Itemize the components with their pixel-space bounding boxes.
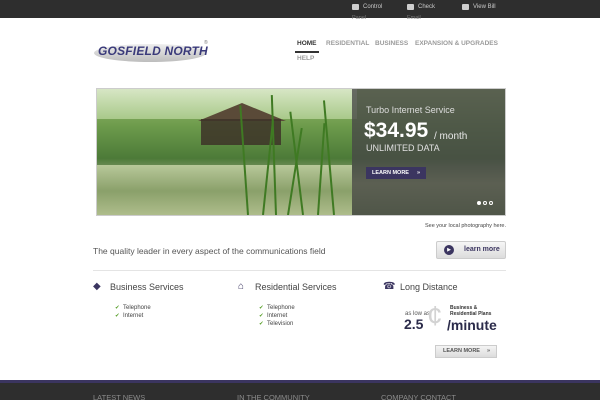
list-item[interactable]: Internet — [259, 312, 295, 320]
footer-company-contact: COMPANY CONTACT — [381, 393, 457, 402]
telephone-icon: ☎ — [383, 281, 396, 292]
residential-services-title[interactable]: Residential Services — [255, 282, 337, 292]
control-panel-link[interactable]: Control Panel — [352, 4, 383, 21]
long-distance-title[interactable]: Long Distance — [400, 282, 458, 292]
top-bar — [0, 0, 600, 18]
nav-help[interactable]: HELP — [297, 55, 314, 67]
document-icon — [462, 4, 469, 10]
nav-business[interactable]: BUSINESS — [375, 40, 408, 52]
business-services-title[interactable]: Business Services — [110, 282, 184, 292]
mail-icon — [407, 4, 414, 10]
business-services-icon: ◆ — [93, 281, 101, 292]
offer-title: Turbo Internet Service — [366, 105, 455, 115]
slide-dot[interactable] — [483, 201, 487, 205]
nav-home[interactable]: HOME — [295, 40, 318, 53]
learn-more-label: learn more — [464, 246, 500, 253]
logo-registered-mark: ® — [204, 40, 208, 46]
learn-more-button[interactable]: ▶ learn more — [436, 241, 506, 259]
logo[interactable]: GOSFIELD NORTH ® — [94, 40, 210, 62]
list-item[interactable]: Television — [259, 320, 295, 328]
nav-residential[interactable]: RESIDENTIAL — [326, 40, 369, 52]
hero-offer-panel: Turbo Internet Service $34.95 / month UN… — [352, 89, 505, 215]
business-services-list: Telephone Internet — [115, 304, 151, 320]
double-chevron-right-icon: » — [416, 170, 420, 176]
view-bill-label: View Bill — [473, 4, 496, 10]
footer-latest-news: LATEST NEWS — [93, 393, 146, 402]
slide-indicators — [477, 201, 493, 205]
list-item[interactable]: Telephone — [259, 304, 295, 312]
long-distance-learn-more-button[interactable]: LEARN MORE » — [435, 345, 497, 358]
tagline: The quality leader in every aspect of th… — [93, 246, 326, 256]
footer-in-the-community: IN THE COMMUNITY — [237, 393, 310, 402]
divider — [93, 270, 506, 271]
list-item[interactable]: Telephone — [115, 304, 151, 312]
control-panel-sublabel: Panel — [352, 15, 367, 21]
gear-icon — [352, 4, 359, 10]
offer-learn-more-button[interactable]: LEARN MORE » — [366, 167, 426, 179]
slide-dot[interactable] — [477, 201, 481, 205]
double-chevron-right-icon: » — [486, 348, 490, 354]
per-minute-label: /minute — [447, 317, 497, 333]
long-distance-rate: 2.5 — [404, 316, 424, 332]
nav-expansion-upgrades[interactable]: EXPANSION & UPGRADES — [415, 40, 498, 52]
offer-learn-more-label: LEARN MORE — [372, 170, 409, 176]
offer-price: $34.95 — [364, 119, 429, 142]
list-item[interactable]: Internet — [115, 312, 151, 320]
logo-wordmark: GOSFIELD NORTH — [98, 44, 208, 58]
view-bill-link[interactable]: View Bill — [462, 4, 496, 10]
long-distance-learn-more-label: LEARN MORE — [443, 348, 480, 354]
check-email-link[interactable]: Check Email — [407, 4, 436, 21]
residential-services-list: Telephone Internet Television — [259, 304, 295, 328]
cent-sign: ¢ — [427, 300, 443, 331]
play-icon: ▶ — [444, 245, 454, 255]
home-icon: ⌂ — [238, 281, 245, 292]
offer-per-month: / month — [434, 131, 468, 142]
hero-photo-pond — [97, 165, 352, 215]
photo-note: See your local photography here. — [424, 223, 506, 229]
check-email-sublabel: Email — [407, 15, 421, 21]
check-email-label: Check — [418, 4, 436, 10]
slide-dot[interactable] — [489, 201, 493, 205]
hero-banner: Turbo Internet Service $34.95 / month UN… — [96, 88, 506, 216]
control-panel-label: Control — [363, 4, 383, 10]
plans-label: Business & Residential Plans — [450, 305, 492, 317]
offer-unlimited-data: UNLIMITED DATA — [366, 143, 440, 153]
